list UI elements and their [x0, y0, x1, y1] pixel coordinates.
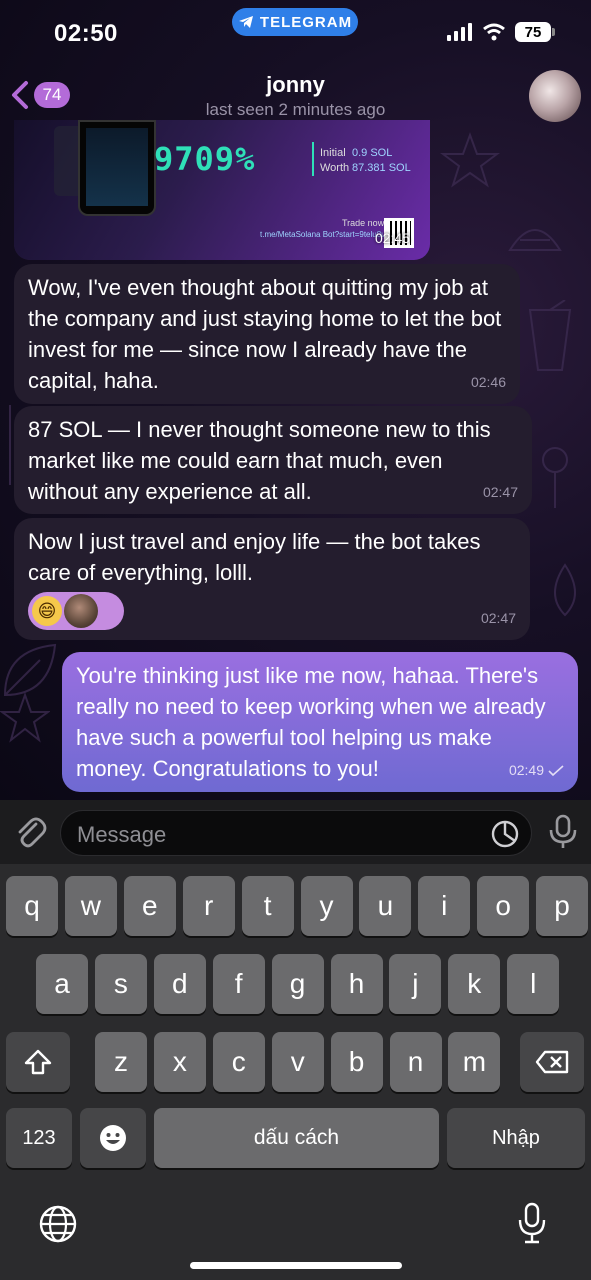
message-text: Wow, I've even thought about quitting my… — [28, 275, 502, 393]
promo-phone-graphic — [78, 120, 156, 216]
wifi-icon — [483, 23, 505, 41]
incoming-message[interactable]: 87 SOL — I never thought someone new to … — [14, 406, 532, 514]
paperclip-icon[interactable] — [12, 814, 48, 850]
drop-doodle-icon — [554, 563, 576, 617]
key-k[interactable]: k — [448, 954, 501, 1014]
key-e[interactable]: e — [123, 876, 176, 936]
promo-worth-label: Worth — [320, 162, 350, 174]
flower-doodle-icon — [542, 447, 568, 508]
message-time: 02:49 — [508, 762, 544, 778]
message-time: 02:46 — [470, 374, 506, 390]
key-b[interactable]: b — [330, 1032, 383, 1092]
globe-icon[interactable] — [38, 1204, 78, 1244]
key-i[interactable]: i — [418, 876, 471, 936]
outgoing-message[interactable]: You're thinking just like me now, hahaa.… — [62, 652, 578, 792]
star-doodle-icon — [440, 132, 500, 188]
key-f[interactable]: f — [212, 954, 265, 1014]
message-time: 02:47 — [482, 484, 518, 500]
chat-last-seen: last seen 2 minutes ago — [205, 100, 386, 119]
key-m[interactable]: m — [448, 1032, 501, 1092]
sticker-icon[interactable] — [491, 820, 519, 848]
dictation-mic-icon[interactable] — [516, 1202, 548, 1244]
backspace-icon — [535, 1050, 569, 1074]
message-time: 02:45 — [374, 230, 410, 246]
key-u[interactable]: u — [359, 876, 412, 936]
incoming-message[interactable]: Wow, I've even thought about quitting my… — [14, 264, 520, 404]
shift-arrow-icon — [24, 1049, 52, 1075]
message-field[interactable]: Message — [60, 810, 532, 856]
reaction-pill[interactable]: 😄 — [28, 592, 124, 630]
message-text: 87 SOL — I never thought someone new to … — [28, 417, 491, 504]
promo-separator — [312, 142, 314, 176]
message-text: You're thinking just like me now, hahaa.… — [76, 663, 546, 781]
emoji-key[interactable] — [80, 1108, 146, 1168]
key-p[interactable]: p — [536, 876, 589, 936]
space-key[interactable]: dấu cách — [154, 1108, 439, 1168]
promo-image: 9709% Initial 0.9 SOL Worth 87.381 SOL T… — [14, 120, 430, 260]
message-time: 02:47 — [480, 610, 516, 626]
key-s[interactable]: s — [94, 954, 147, 1014]
promo-initial-label: Initial — [320, 147, 346, 159]
keyboard: 123 dấu cách Nhập qwertyuiop asdfghjkl zxc… — [0, 864, 591, 1280]
key-z[interactable]: z — [95, 1032, 147, 1092]
key-c[interactable]: c — [212, 1032, 265, 1092]
numbers-key[interactable]: 123 — [6, 1108, 72, 1168]
message-input-bar: Message — [0, 800, 591, 864]
hat-doodle-icon — [508, 229, 562, 251]
key-y[interactable]: y — [300, 876, 353, 936]
telegram-icon — [238, 16, 253, 28]
status-time: 02:50 — [54, 20, 118, 47]
key-x[interactable]: x — [153, 1032, 206, 1092]
message-text: Now I just travel and enjoy life — the b… — [28, 529, 481, 585]
key-l[interactable]: l — [507, 954, 560, 1014]
image-message[interactable]: 9709% Initial 0.9 SOL Worth 87.381 SOL T… — [14, 120, 430, 260]
key-q[interactable]: q — [6, 876, 58, 936]
signal-icon — [447, 23, 472, 41]
microphone-icon[interactable] — [547, 814, 579, 850]
contact-avatar[interactable] — [529, 70, 581, 122]
message-placeholder: Message — [77, 822, 167, 847]
incoming-message[interactable]: Now I just travel and enjoy life — the b… — [14, 518, 530, 640]
key-n[interactable]: n — [389, 1032, 442, 1092]
read-check-icon — [548, 764, 564, 776]
promo-link: t.me/MetaSolana Bot?start=9telu8u — [260, 230, 386, 239]
status-bar: 02:50 TELEGRAM 75 — [0, 0, 591, 60]
promo-worth-value: 87.381 SOL — [352, 162, 411, 174]
key-r[interactable]: r — [182, 876, 235, 936]
key-h[interactable]: h — [330, 954, 383, 1014]
return-key[interactable]: Nhập — [447, 1108, 585, 1168]
battery-indicator: 75 — [515, 22, 555, 42]
star2-doodle-icon — [0, 691, 50, 743]
promo-trade-now: Trade now — [342, 218, 385, 228]
key-g[interactable]: g — [271, 954, 324, 1014]
status-icons: 75 — [447, 22, 555, 42]
promo-initial-value: 0.9 SOL — [352, 147, 393, 159]
smiley-icon — [100, 1125, 126, 1151]
key-t[interactable]: t — [241, 876, 294, 936]
message-meta: 02:49 — [509, 755, 564, 786]
shift-key[interactable] — [6, 1032, 70, 1092]
home-indicator — [190, 1262, 402, 1269]
grinning-emoji-icon: 😄 — [32, 596, 62, 626]
promo-percent: 9709% — [154, 140, 256, 178]
delete-key[interactable] — [520, 1032, 584, 1092]
key-j[interactable]: j — [389, 954, 442, 1014]
telegram-pill[interactable]: TELEGRAM — [232, 8, 358, 36]
reactor-avatar — [64, 594, 98, 628]
chat-header: 74 jonny last seen 2 minutes ago — [0, 60, 591, 128]
key-d[interactable]: d — [153, 954, 206, 1014]
key-v[interactable]: v — [271, 1032, 324, 1092]
chat-title[interactable]: jonny — [0, 72, 591, 98]
drink-doodle-icon — [528, 300, 572, 371]
key-a[interactable]: a — [36, 954, 88, 1014]
key-o[interactable]: o — [477, 876, 530, 936]
key-w[interactable]: w — [64, 876, 117, 936]
telegram-pill-label: TELEGRAM — [259, 13, 353, 31]
